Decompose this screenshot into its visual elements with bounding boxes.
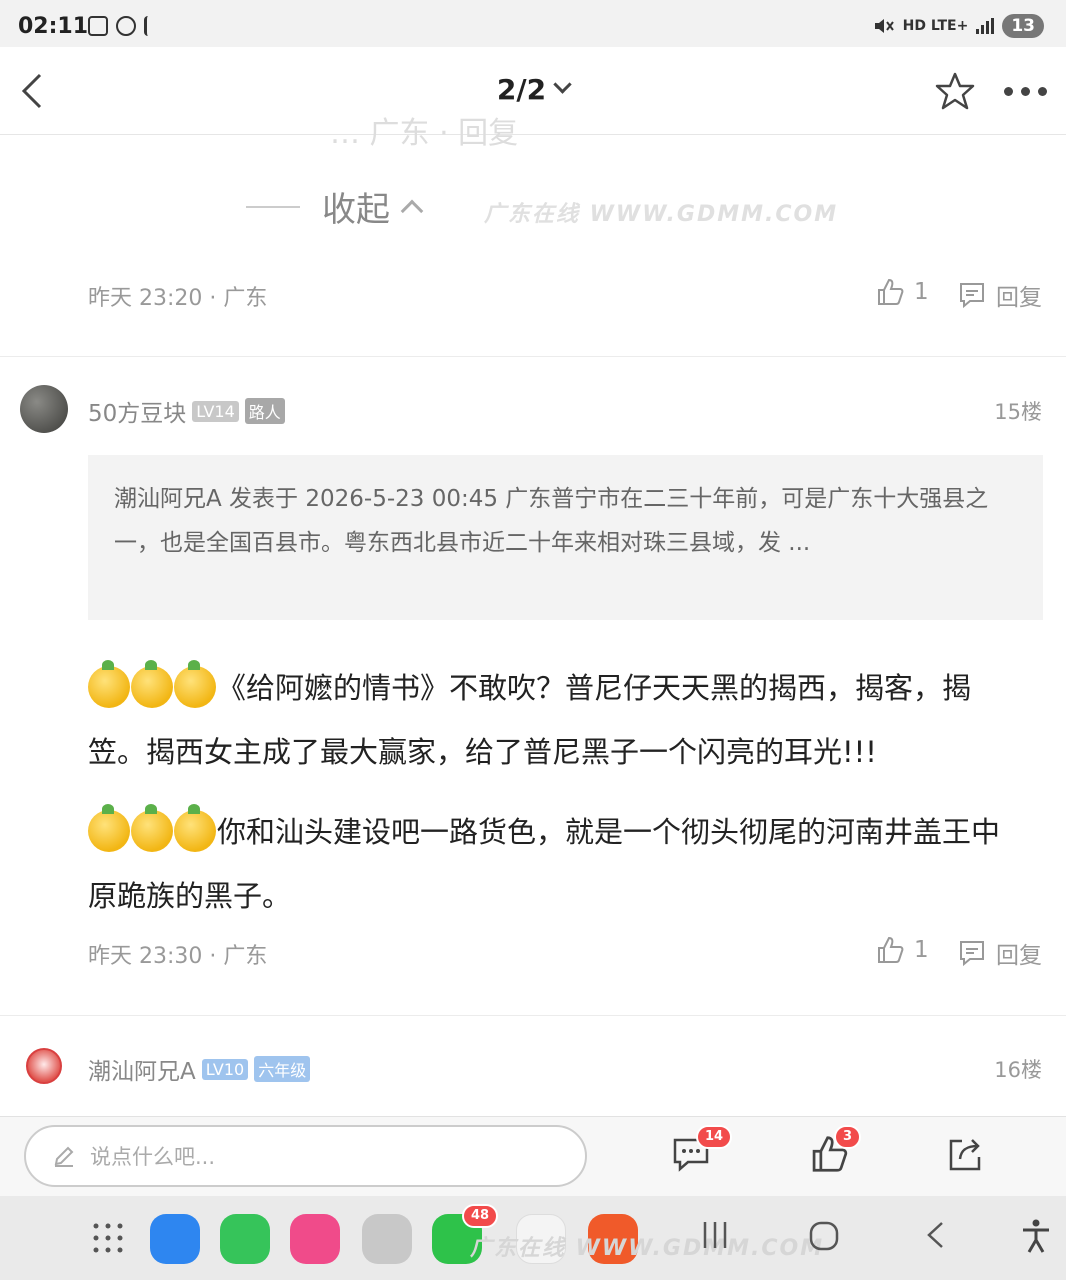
quoted-post[interactable]: 潮汕阿兄A 发表于 2026-5-23 00:45 广东普宁市在二三十年前，可是… [88, 455, 1043, 620]
comment-paragraph-1: 《给阿嬷的情书》不敢吹？普尼仔天天黑的揭西，揭客，揭笠。揭西女主成了最大赢家，给… [88, 656, 1028, 784]
comment-paragraph-2: 你和汕头建设吧一路货色，就是一个彻头彻尾的河南井盖王中原跪族的黑子。 [88, 800, 1028, 928]
system-navigation-bar: 48 广东在线 WWW.GDMM.COM [0, 1196, 1066, 1280]
avatar[interactable] [26, 1048, 62, 1084]
comments-button[interactable]: 14 [672, 1125, 733, 1175]
nav-back-icon[interactable] [922, 1220, 950, 1250]
floor-number: 16楼 [994, 1058, 1042, 1082]
level-badge: LV10 [201, 1058, 249, 1080]
like-count: 1 [914, 279, 929, 305]
top-bar: 2/2 [0, 47, 1066, 135]
reply-label: 回复 [996, 943, 1042, 969]
quote-text: 潮汕阿兄A 发表于 2026-5-23 00:45 广东普宁市在二三十年前，可是… [114, 486, 989, 556]
mute-icon [874, 19, 894, 33]
pencil-icon [54, 1146, 74, 1167]
watermark: 广东在线 WWW.GDMM.COM [470, 1236, 825, 1261]
more-options-icon[interactable] [1004, 87, 1047, 96]
paragraph-1-text: 《给阿嬷的情书》不敢吹？普尼仔天天黑的揭西，揭客，揭笠。揭西女主成了最大赢家，给… [88, 671, 972, 769]
chevron-up-icon [400, 199, 424, 222]
kiss-emoji-icon [131, 660, 173, 708]
comment-input-bar: 说点什么吧... 14 3 [0, 1116, 1066, 1196]
like-button[interactable]: 1 [876, 936, 929, 964]
collapse-button[interactable]: 收起 [246, 182, 424, 231]
comment-timestamp: 昨天 23:20 · 广东 [88, 286, 268, 311]
messages-app-icon[interactable] [150, 1214, 200, 1264]
home-icon[interactable] [808, 1220, 840, 1252]
network-type: HD LTE+ [902, 18, 969, 34]
avatar[interactable] [20, 385, 68, 433]
comment-count-badge: 14 [696, 1125, 733, 1149]
collapse-label: 收起 [322, 190, 390, 230]
floor-number: 15楼 [994, 400, 1042, 424]
like-post-button[interactable]: 3 [810, 1125, 862, 1175]
username: 潮汕阿兄A [88, 1059, 196, 1085]
chevron-down-icon [553, 75, 572, 94]
role-badge: 路人 [244, 398, 285, 424]
comment-author[interactable]: 潮汕阿兄A LV10 六年级 [88, 1052, 311, 1086]
reply-comment-icon [960, 283, 984, 309]
input-placeholder: 说点什么吧... [90, 1145, 216, 1169]
kiss-emoji-icon [174, 660, 216, 708]
reply-label: 回复 [996, 285, 1042, 311]
comment-author[interactable]: 50方豆块 LV14 路人 [88, 394, 285, 428]
gallery-app-icon[interactable] [290, 1214, 340, 1264]
tiktok-icon [144, 16, 164, 36]
reply-comment-icon [960, 941, 984, 967]
favorite-star-icon[interactable] [934, 71, 976, 111]
comment-input[interactable]: 说点什么吧... [24, 1125, 587, 1187]
page-indicator-label: 2/2 [496, 73, 547, 106]
scan-icon [88, 16, 108, 36]
comment-timestamp: 昨天 23:30 · 广东 [88, 944, 268, 969]
role-badge: 六年级 [254, 1056, 311, 1082]
recent-apps-icon[interactable] [700, 1220, 730, 1250]
watermark: 广东在线 WWW.GDMM.COM [484, 202, 839, 227]
section-divider [0, 356, 1066, 357]
giggle-emoji-icon [88, 804, 130, 852]
status-time: 02:11 [18, 14, 89, 39]
giggle-emoji-icon [131, 804, 173, 852]
kiss-emoji-icon [88, 660, 130, 708]
like-count-badge: 3 [834, 1125, 862, 1149]
faded-reply-row: … 广东 · 回复 [330, 116, 519, 151]
giggle-emoji-icon [174, 804, 216, 852]
level-badge: LV14 [192, 400, 239, 422]
status-app-icons [88, 16, 164, 36]
camera-app-icon[interactable] [362, 1214, 412, 1264]
page-indicator[interactable]: 2/2 [0, 73, 1066, 106]
signal-icon [976, 18, 995, 34]
username: 50方豆块 [88, 401, 187, 427]
app-drawer-icon[interactable] [92, 1222, 124, 1254]
share-icon [949, 1139, 981, 1171]
like-count: 1 [914, 937, 929, 963]
like-button[interactable]: 1 [876, 278, 929, 306]
status-right: HD LTE+ 13 [873, 14, 1044, 38]
wechat-badge: 48 [462, 1204, 499, 1228]
section-divider [0, 1015, 1066, 1016]
accessibility-icon[interactable] [1020, 1218, 1052, 1254]
thumbs-up-icon [878, 278, 904, 305]
reply-button[interactable]: 回复 [958, 278, 1042, 312]
phone-app-icon[interactable] [220, 1214, 270, 1264]
wechat-notify-icon [116, 16, 136, 36]
paragraph-2-text: 你和汕头建设吧一路货色，就是一个彻头彻尾的河南井盖王中原跪族的黑子。 [88, 815, 1001, 913]
reply-button[interactable]: 回复 [958, 936, 1042, 970]
share-button[interactable] [946, 1135, 986, 1175]
battery-indicator: 13 [1002, 14, 1044, 38]
thumbs-up-icon [878, 936, 904, 963]
collapse-line [246, 205, 300, 208]
